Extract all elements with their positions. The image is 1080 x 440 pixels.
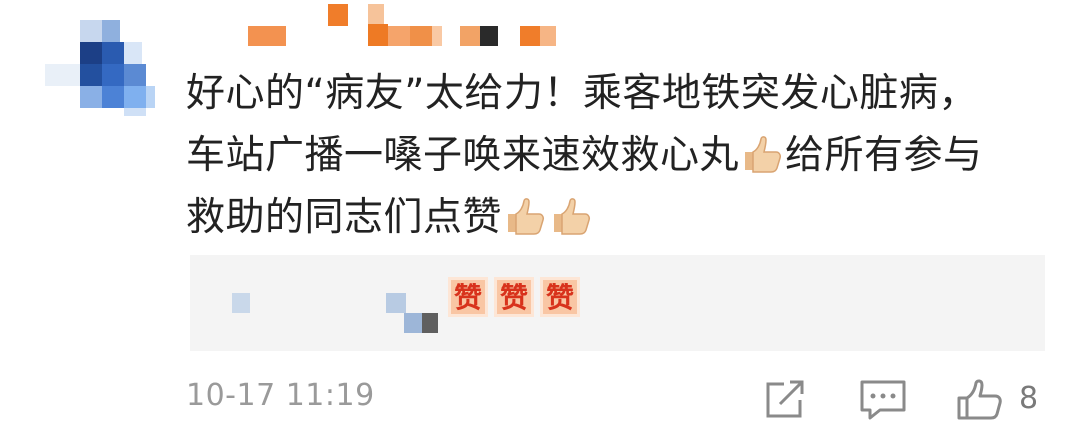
reply-box[interactable]: 赞 赞 赞 bbox=[190, 255, 1045, 351]
zan-sticker-icon: 赞 bbox=[494, 277, 534, 317]
like-button[interactable]: 8 bbox=[955, 378, 1055, 422]
username[interactable] bbox=[240, 4, 570, 50]
comment-icon bbox=[860, 380, 906, 420]
thumbs-up-icon bbox=[554, 198, 591, 235]
zan-sticker-icon: 赞 bbox=[448, 277, 488, 317]
reply-avatar-mosaic bbox=[386, 293, 406, 313]
comment-line-2b: 给所有参与 bbox=[785, 133, 983, 178]
reply-username-mosaic bbox=[232, 293, 250, 313]
svg-text:赞: 赞 bbox=[453, 281, 482, 314]
share-button[interactable] bbox=[762, 378, 810, 422]
comment-text: 好心的“病友”太给力！乘客地铁突发心脏病， 车站广播一嗓子唤来速效救心丸 给所有参与… bbox=[186, 63, 1046, 249]
svg-text:赞: 赞 bbox=[545, 281, 574, 314]
thumbs-up-icon bbox=[745, 136, 782, 173]
share-icon bbox=[766, 380, 804, 418]
zan-sticker-icon: 赞 bbox=[540, 277, 580, 317]
thumbs-up-icon bbox=[508, 198, 545, 235]
comment-line-3: 救助的同志们点赞 bbox=[186, 195, 503, 240]
avatar[interactable] bbox=[45, 20, 155, 116]
svg-text:赞: 赞 bbox=[499, 281, 528, 314]
thumbs-up-icon bbox=[957, 379, 1002, 420]
timestamp: 10-17 11:19 bbox=[186, 378, 375, 413]
comment-line-2a: 车站广播一嗓子唤来速效救心丸 bbox=[186, 133, 740, 178]
comment-line-1: 好心的“病友”太给力！乘客地铁突发心脏病， bbox=[186, 71, 978, 116]
comment-button[interactable] bbox=[858, 378, 908, 422]
like-count: 8 bbox=[1019, 381, 1039, 416]
